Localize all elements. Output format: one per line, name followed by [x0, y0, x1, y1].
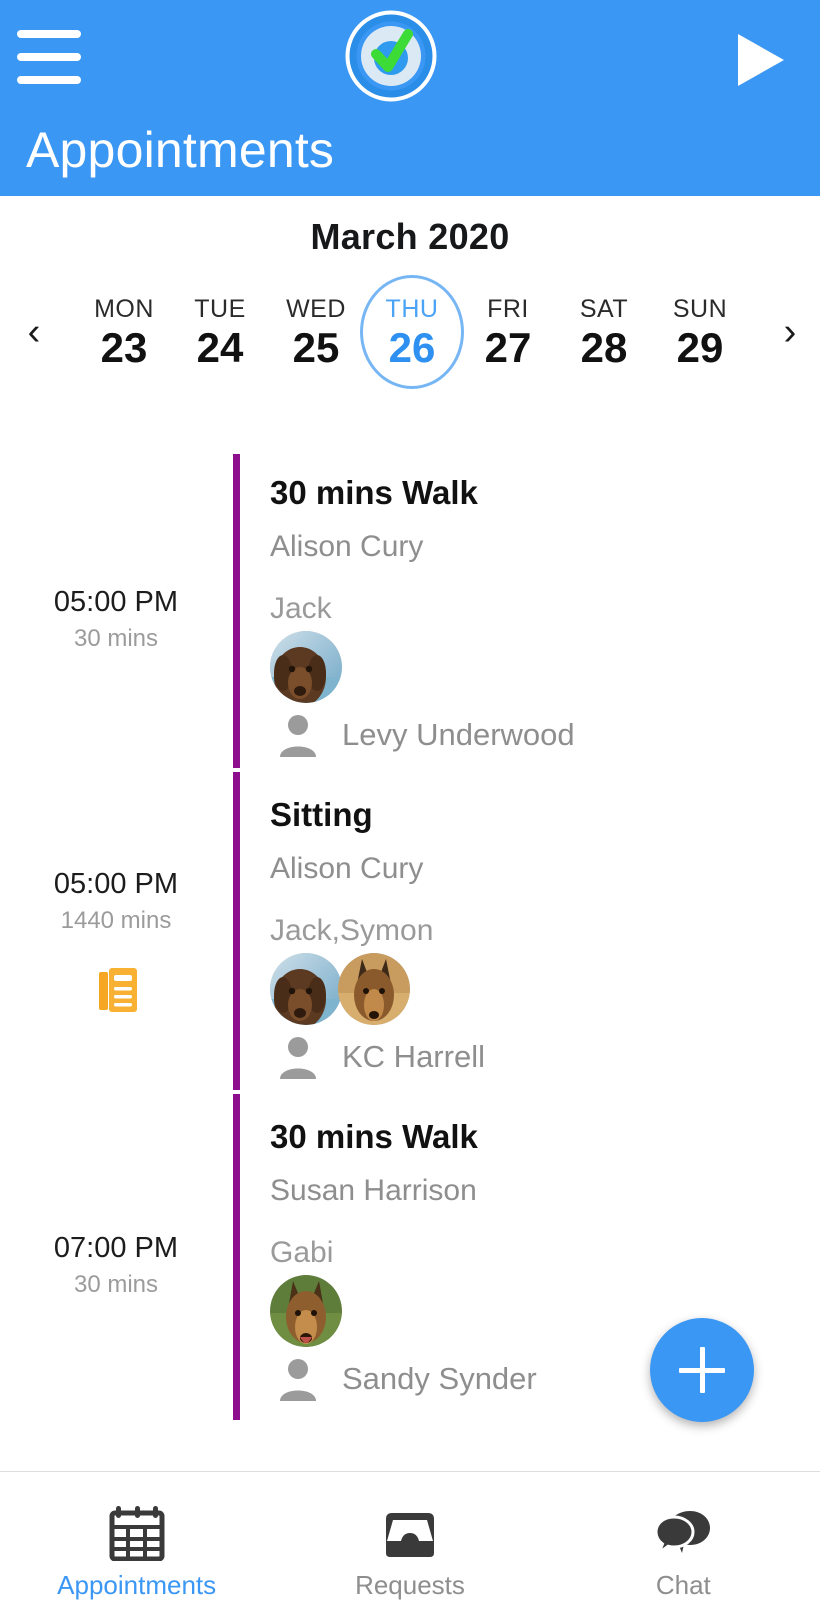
walker-name: Sandy Synder — [342, 1361, 537, 1396]
chat-bubbles-icon — [654, 1501, 712, 1563]
day-cell-sun[interactable]: SUN 29 — [652, 276, 748, 388]
appointment-duration: 1440 mins — [60, 907, 172, 934]
appointment-item[interactable]: 05:00 PM 30 mins 30 mins Walk Alison Cur… — [0, 446, 820, 768]
walker-name: KC Harrell — [342, 1039, 485, 1074]
day-number-label: 25 — [292, 323, 340, 371]
day-number-label: 28 — [580, 323, 628, 371]
appointment-owner: Alison Cury — [270, 530, 424, 563]
timeline-bar — [233, 454, 240, 768]
hamburger-bar-2 — [17, 53, 81, 61]
day-number-label: 26 — [388, 323, 436, 371]
day-number-label: 29 — [676, 323, 724, 371]
appointment-owner: Alison Cury — [270, 852, 424, 885]
nav-item-chat[interactable]: Chat — [547, 1472, 820, 1624]
walker-name: Levy Underwood — [342, 717, 575, 752]
notes-document-icon[interactable] — [99, 968, 137, 1012]
add-appointment-fab[interactable] — [650, 1318, 754, 1422]
bottom-navigation: Appointments Requests Chat — [0, 1471, 820, 1623]
day-cell-sat[interactable]: SAT 28 — [556, 276, 652, 388]
appointment-title: 30 mins Walk — [270, 474, 478, 511]
page-title: Appointments — [26, 122, 335, 178]
walker-row: Levy Underwood — [270, 713, 810, 757]
next-week-button[interactable]: › — [756, 313, 820, 351]
app-bar: Appointments — [0, 0, 820, 196]
day-cell-tue[interactable]: TUE 24 — [172, 276, 268, 388]
day-of-week-label: FRI — [487, 294, 529, 323]
day-of-week-label: WED — [286, 294, 346, 323]
appointment-item[interactable]: 05:00 PM 1440 mins Sitting Alison Cury J… — [0, 768, 820, 1090]
appointment-pets: Jack,Symon — [270, 914, 434, 947]
day-of-week-label: MON — [94, 294, 154, 323]
prev-week-button[interactable]: ‹ — [0, 313, 68, 351]
day-of-week-label: SUN — [672, 294, 728, 323]
appointment-duration: 30 mins — [73, 625, 159, 652]
dog-shepherd-avatar — [338, 953, 410, 1025]
dog-brown-water-avatar — [270, 631, 342, 703]
calendar-icon — [108, 1501, 166, 1563]
person-silhouette-icon — [270, 713, 326, 757]
person-silhouette-icon — [270, 1357, 326, 1401]
target-check-logo — [345, 10, 437, 102]
appointment-details: Sitting Alison Cury Jack,Symon KC Harrel… — [270, 794, 810, 1079]
pet-avatar-group — [270, 631, 810, 703]
day-cell-wed[interactable]: WED 25 — [268, 276, 364, 388]
appointment-time: 07:00 PM — [53, 1232, 179, 1264]
day-cell-mon[interactable]: MON 23 — [76, 276, 172, 388]
nav-label-appointments: Appointments — [57, 1570, 217, 1600]
person-silhouette-icon — [270, 1035, 326, 1079]
day-cell-thu-selected[interactable]: THU 26 — [364, 276, 460, 388]
appointment-pets: Jack — [270, 592, 332, 625]
day-list: MON 23 TUE 24 WED 25 THU 26 FRI 27 SAT 2… — [68, 276, 756, 388]
timeline-bar — [233, 1094, 240, 1420]
day-of-week-label: TUE — [194, 294, 246, 323]
day-cell-fri[interactable]: FRI 27 — [460, 276, 556, 388]
dog-shepherd-grass-avatar — [270, 1275, 342, 1347]
appointment-details: 30 mins Walk Alison Cury Jack Levy Under… — [270, 472, 810, 757]
nav-label-chat: Chat — [655, 1570, 711, 1600]
day-number-label: 23 — [100, 323, 148, 371]
appointment-title: 30 mins Walk — [270, 1118, 478, 1155]
nav-item-appointments[interactable]: Appointments — [0, 1472, 273, 1624]
inbox-tray-icon — [381, 1501, 439, 1563]
play-triangle-icon[interactable] — [732, 30, 788, 90]
timeline-bar — [233, 772, 240, 1090]
day-of-week-label: SAT — [579, 294, 629, 323]
appointment-title: Sitting — [270, 796, 373, 833]
appointment-list[interactable]: 05:00 PM 30 mins 30 mins Walk Alison Cur… — [0, 446, 820, 1449]
dog-brown-water-avatar — [270, 953, 342, 1025]
hamburger-menu-icon[interactable] — [14, 26, 84, 88]
day-number-label: 27 — [484, 323, 532, 371]
appointment-time-column: 05:00 PM 1440 mins — [0, 866, 232, 937]
walker-row: KC Harrell — [270, 1035, 810, 1079]
nav-item-requests[interactable]: Requests — [273, 1472, 546, 1624]
appointment-time-column: 07:00 PM 30 mins — [0, 1230, 232, 1301]
appointment-time-column: 05:00 PM 30 mins — [0, 584, 232, 655]
appointment-time: 05:00 PM — [53, 868, 179, 900]
hamburger-bar-1 — [17, 30, 81, 38]
app-screen: Appointments March 2020 ‹ MON 23 TUE 24 … — [0, 0, 820, 1623]
day-of-week-label: THU — [385, 294, 439, 323]
month-label: March 2020 — [310, 216, 510, 257]
week-row: ‹ MON 23 TUE 24 WED 25 THU 26 FRI 27 SAT… — [0, 272, 820, 392]
day-number-label: 24 — [196, 323, 244, 371]
appointment-pets: Gabi — [270, 1236, 334, 1269]
appointment-duration: 30 mins — [73, 1271, 159, 1298]
appointment-time: 05:00 PM — [53, 586, 179, 618]
nav-label-requests: Requests — [355, 1570, 465, 1600]
pet-avatar-group — [270, 953, 810, 1025]
calendar-strip: March 2020 ‹ MON 23 TUE 24 WED 25 THU 26… — [0, 196, 820, 446]
appointment-owner: Susan Harrison — [270, 1174, 477, 1207]
plus-icon-vertical — [699, 1347, 705, 1393]
hamburger-bar-3 — [17, 76, 81, 84]
